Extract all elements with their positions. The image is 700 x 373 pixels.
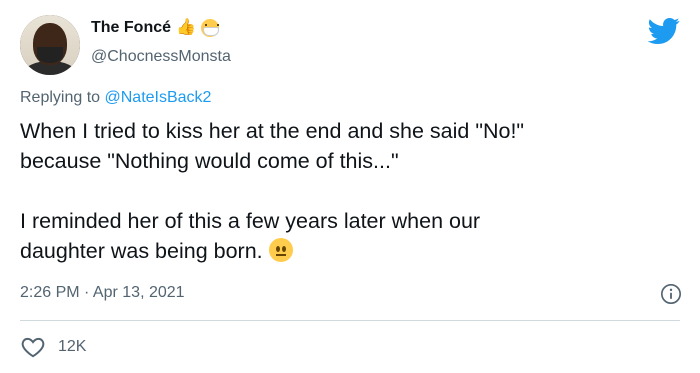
author-name-row: The Foncé 👍 xyxy=(91,19,219,37)
tweet-line: When I tried to kiss her at the end and … xyxy=(20,119,525,143)
author-display-name[interactable]: The Foncé xyxy=(91,19,171,37)
twitter-bird-icon[interactable] xyxy=(648,14,680,46)
medical-mask-face-icon xyxy=(200,19,219,37)
tweet-line: I reminded her of this a few years later… xyxy=(20,209,481,233)
heart-icon xyxy=(21,337,45,358)
neutral-face-icon xyxy=(268,238,293,262)
replying-prefix: Replying to xyxy=(20,89,105,106)
author-handle[interactable]: @ChocnessMonsta xyxy=(91,48,231,66)
like-button[interactable]: 12K xyxy=(20,334,86,360)
divider xyxy=(20,320,680,321)
reply-to-handle-link[interactable]: @NateIsBack2 xyxy=(105,89,212,106)
tweet-text: When I tried to kiss her at the end and … xyxy=(20,116,680,266)
tweet-line: because "Nothing would come of this..." xyxy=(20,149,399,173)
info-icon[interactable] xyxy=(660,283,682,305)
tweet-line: daughter was being born. xyxy=(20,239,263,263)
thumbs-up-icon: 👍 xyxy=(176,19,196,36)
tweet-line-last: daughter was being born. xyxy=(20,236,680,266)
tweet-timestamp[interactable]: 2:26 PM · Apr 13, 2021 xyxy=(20,284,185,302)
tweet-card: The Foncé 👍 @ChocnessMonsta Replying to … xyxy=(0,0,700,373)
like-count: 12K xyxy=(58,338,87,355)
avatar[interactable] xyxy=(20,15,80,75)
replying-to: Replying to @NateIsBack2 xyxy=(20,89,211,107)
